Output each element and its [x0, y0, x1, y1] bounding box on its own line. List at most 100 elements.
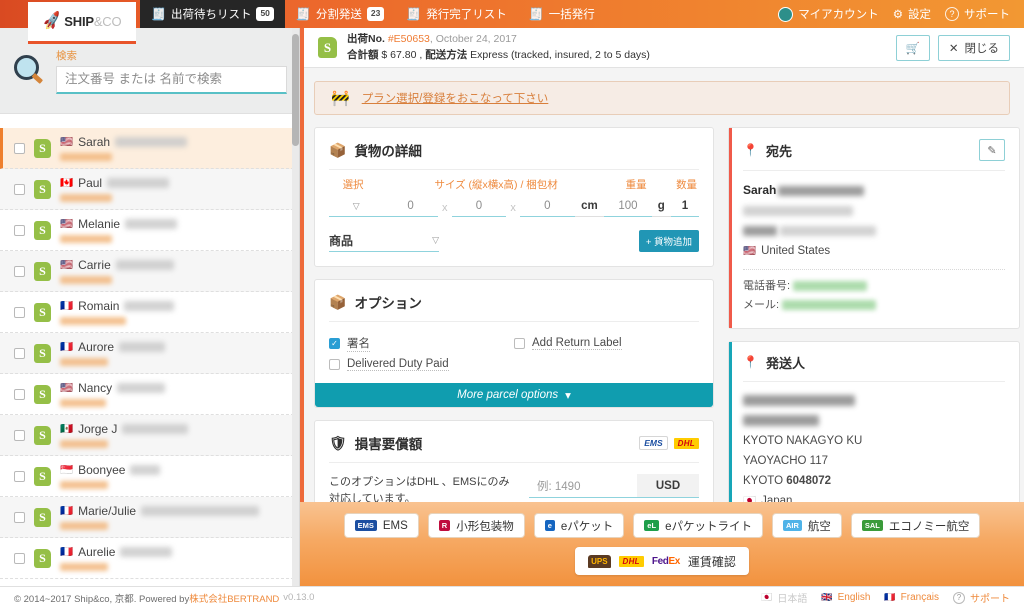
sender-accent	[729, 342, 732, 525]
checkbox-ddp[interactable]	[329, 359, 340, 370]
add-cargo-button[interactable]: + 貨物追加	[639, 230, 699, 252]
order-list-item[interactable]: S🇺🇸Melanie	[0, 210, 299, 251]
order-list-item[interactable]: S🇺🇸Sarah	[0, 128, 299, 169]
weight-input[interactable]: 100	[604, 196, 651, 217]
order-list-item[interactable]: S🇫🇷Marie/Julie	[0, 497, 299, 538]
dhl-logo-icon: DHL	[674, 438, 699, 449]
country-flag-icon: 🇨🇦	[60, 178, 73, 189]
japan-flag-icon: 🇯🇵	[761, 592, 772, 603]
carrier-logo-icon: e	[545, 520, 555, 532]
order-checkbox[interactable]	[14, 266, 25, 277]
order-checkbox[interactable]	[14, 430, 25, 441]
shipment-date: October 24, 2017	[436, 33, 517, 45]
carrier-button[interactable]: eeパケット	[534, 513, 625, 538]
destination-accent	[729, 128, 732, 328]
order-list-item[interactable]: S🇫🇷Romain	[0, 292, 299, 333]
order-checkbox[interactable]	[14, 471, 25, 482]
dhl-logo-icon: DHL	[619, 556, 644, 567]
footer-support-link[interactable]: ? サポート	[953, 590, 1010, 605]
edit-destination-button[interactable]: ✎	[979, 139, 1005, 161]
carrier-button[interactable]: SALエコノミー航空	[851, 513, 981, 538]
insurance-amount-field[interactable]: 例: 1490 USD	[529, 474, 699, 498]
option-signature[interactable]: ✓ 署名	[329, 332, 514, 355]
height-input[interactable]: 0	[520, 196, 574, 217]
destination-street-redacted	[743, 206, 853, 216]
order-number-redacted	[60, 440, 108, 448]
width-input[interactable]: 0	[452, 196, 506, 217]
packaging-select[interactable]: ▽	[329, 196, 383, 217]
order-checkbox[interactable]	[14, 307, 25, 318]
tab-issued-list[interactable]: 🧾 発行完了リスト	[395, 0, 517, 28]
order-name-redacted	[122, 424, 188, 434]
order-checkbox[interactable]	[14, 143, 25, 154]
carrier-button[interactable]: eLeパケットライト	[633, 513, 763, 538]
order-list-item[interactable]: S🇺🇸Carrie	[0, 251, 299, 292]
sender-postal: 6048072	[786, 475, 831, 487]
length-input[interactable]: 0	[383, 196, 437, 217]
carrier-button[interactable]: EMSEMS	[344, 513, 419, 538]
sidebar-scrollbar[interactable]	[292, 28, 299, 586]
plan-select-link[interactable]: プラン選択/登録をおこなって下さい	[362, 90, 549, 106]
order-number-redacted	[60, 194, 112, 202]
checkbox-return-label[interactable]	[514, 338, 525, 349]
scrollbar-thumb[interactable]	[292, 34, 299, 146]
order-checkbox[interactable]	[14, 348, 25, 359]
lang-japanese[interactable]: 🇯🇵 日本語	[761, 590, 807, 605]
order-list-item[interactable]: S🇫🇷Aurore	[0, 333, 299, 374]
weight-unit[interactable]: g	[652, 196, 671, 217]
close-button[interactable]: ✕ 閉じる	[938, 35, 1010, 61]
tab-split-shipment[interactable]: 🧾 分割発送 23	[285, 0, 395, 28]
settings-button[interactable]: ⚙ 設定	[893, 6, 931, 22]
order-checkbox[interactable]	[14, 389, 25, 400]
tab-bulk-issue[interactable]: 🧾 一括発行	[518, 0, 606, 28]
top-navigation-bar: 🚀 SHIP&CO 🧾 出荷待ちリスト 50 🧾 分割発送 23 🧾 発行完了リ…	[0, 0, 1024, 28]
package-icon: 📦	[329, 142, 346, 159]
country-flag-icon: 🇫🇷	[60, 301, 73, 312]
product-select[interactable]: 商品 ▽	[329, 230, 439, 252]
more-parcel-options-button[interactable]: More parcel options ▾	[315, 383, 713, 407]
shipment-header: S 出荷No. #E50653, October 24, 2017 合計額 $ …	[300, 28, 1024, 68]
carrier-button[interactable]: R小形包装物	[428, 513, 525, 538]
order-checkbox[interactable]	[14, 553, 25, 564]
order-checkbox[interactable]	[14, 512, 25, 523]
carrier-button[interactable]: AIR航空	[772, 513, 842, 538]
order-list-item[interactable]: S🇨🇦Paul	[0, 169, 299, 210]
option-ddp[interactable]: Delivered Duty Paid	[329, 355, 514, 374]
order-name: 🇫🇷Marie/Julie	[60, 504, 287, 518]
tab-pending-shipments[interactable]: 🧾 出荷待ちリスト 50	[140, 0, 285, 28]
cart-button[interactable]: 🛒	[896, 35, 930, 61]
shopify-icon: S	[34, 426, 51, 445]
sender-name-redacted	[743, 395, 855, 406]
carrier-logo-icon: AIR	[783, 520, 802, 532]
france-flag-icon: 🇫🇷	[884, 592, 895, 603]
destination-name-redacted	[778, 186, 864, 196]
order-list-item[interactable]: S🇫🇷Aurelie	[0, 538, 299, 579]
order-list-item[interactable]: S🇲🇽Jorge J	[0, 415, 299, 456]
my-account-button[interactable]: マイアカウント	[778, 6, 879, 22]
check-rate-button[interactable]: UPS DHL FedEx 運賃確認	[575, 547, 749, 575]
logo[interactable]: 🚀 SHIP&CO	[28, 2, 136, 44]
shopify-icon: S	[34, 549, 51, 568]
order-list-item[interactable]: S🇺🇸Nancy	[0, 374, 299, 415]
option-return-label[interactable]: Add Return Label	[514, 332, 699, 355]
cart-icon: 🛒	[906, 41, 920, 55]
lang-french[interactable]: 🇫🇷 Français	[884, 592, 939, 603]
country-flag-icon: 🇫🇷	[60, 547, 73, 558]
lang-english[interactable]: 🇬🇧 English	[821, 592, 870, 603]
company-link[interactable]: 株式会社BERTRAND	[189, 591, 279, 605]
top-right-menu: マイアカウント ⚙ 設定 ? サポート	[778, 0, 1024, 28]
checkbox-signature[interactable]: ✓	[329, 338, 340, 349]
country-flag-icon: 🇫🇷	[60, 342, 73, 353]
order-checkbox[interactable]	[14, 184, 25, 195]
order-list-item[interactable]: S🇸🇬Boonyee	[0, 456, 299, 497]
order-checkbox[interactable]	[14, 225, 25, 236]
map-pin-icon: 📍	[743, 355, 758, 369]
size-unit[interactable]: cm	[575, 196, 605, 217]
quantity-input[interactable]: 1	[671, 196, 699, 217]
search-input[interactable]	[56, 66, 287, 94]
email-label: メール:	[743, 299, 779, 311]
insurance-amount-placeholder: 例: 1490	[529, 474, 637, 497]
carrier-logo-icon: eL	[644, 520, 659, 532]
support-button[interactable]: ? サポート	[945, 6, 1010, 22]
right-column: 📍 宛先 ✎ Sarah 🇺�	[728, 127, 1020, 538]
